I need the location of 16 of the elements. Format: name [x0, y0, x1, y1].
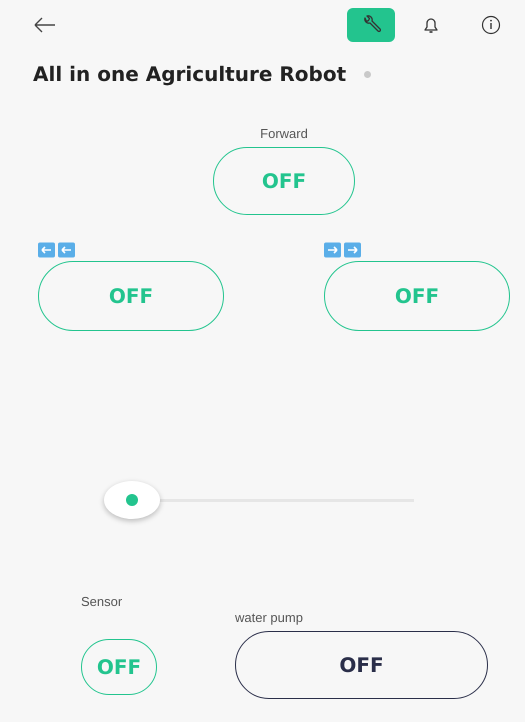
switch-button[interactable]: OFF	[235, 631, 488, 699]
switch-button[interactable]: OFF	[324, 261, 510, 331]
widget-label: Forward	[260, 126, 308, 141]
wrench-tab[interactable]	[347, 8, 395, 42]
wrench-icon	[361, 15, 381, 35]
project-title: All in one Agriculture Robot	[33, 62, 346, 86]
arrow-keys-icon	[324, 242, 362, 258]
switch-button[interactable]: OFF	[38, 261, 224, 331]
switch-button[interactable]: OFF	[213, 147, 355, 215]
widget-label: water pump	[235, 610, 303, 625]
back-icon[interactable]	[33, 16, 57, 34]
info-icon	[481, 15, 501, 35]
switch-button[interactable]: OFF	[81, 639, 157, 695]
widget-label: Sensor	[81, 594, 122, 609]
arrow-keys-icon	[38, 242, 76, 258]
slider-thumb[interactable]	[104, 481, 160, 519]
